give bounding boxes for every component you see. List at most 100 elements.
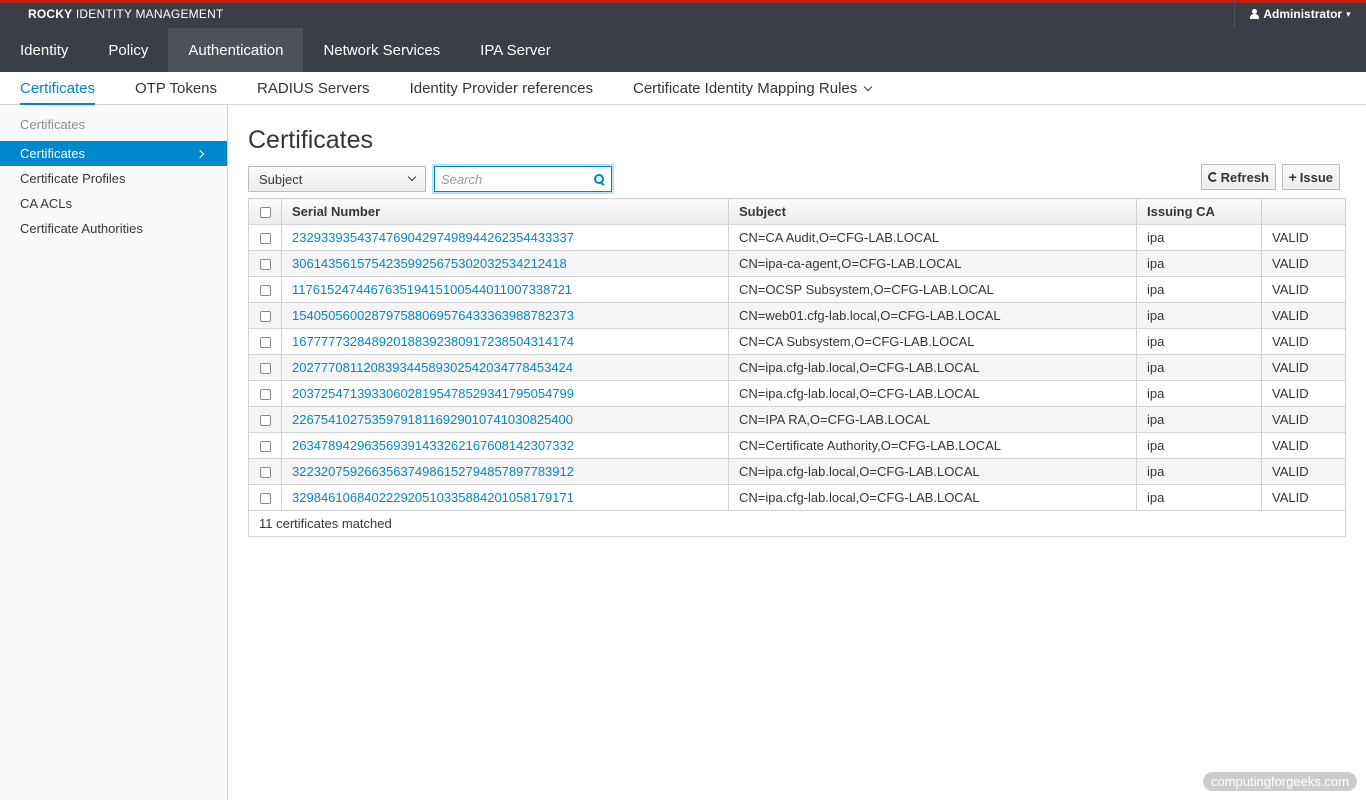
nav-authentication[interactable]: Authentication bbox=[168, 28, 304, 72]
column-header-serial[interactable]: Serial Number bbox=[281, 198, 729, 225]
nav-identity[interactable]: Identity bbox=[0, 28, 88, 72]
table-row: 226754102753597918116929010741030825400 C… bbox=[248, 406, 1346, 433]
table-body: 232933935437476904297498944262354433337 C… bbox=[248, 224, 1346, 511]
subject-cell: CN=OCSP Subsystem,O=CFG-LAB.LOCAL bbox=[728, 276, 1137, 303]
column-header-issuing-ca[interactable]: Issuing CA bbox=[1136, 198, 1262, 225]
brand-logo[interactable]: ROCKY IDENTITY MANAGEMENT bbox=[28, 7, 223, 21]
serial-number-link[interactable]: 30614356157542359925675302032534212418 bbox=[292, 256, 567, 271]
row-select-cell bbox=[248, 276, 282, 303]
tab-certificate-identity-mapping-rules[interactable]: Certificate Identity Mapping Rules bbox=[613, 72, 891, 105]
status-cell: VALID bbox=[1261, 276, 1346, 303]
row-checkbox[interactable] bbox=[259, 311, 271, 323]
row-checkbox[interactable] bbox=[259, 259, 271, 271]
serial-number-link[interactable]: 202777081120839344589302542034778453424 bbox=[292, 360, 573, 375]
row-checkbox[interactable] bbox=[259, 441, 271, 453]
status-cell: VALID bbox=[1261, 250, 1346, 277]
row-select-cell bbox=[248, 458, 282, 485]
nav-network-services[interactable]: Network Services bbox=[303, 28, 460, 72]
serial-number-link[interactable]: 154050560028797588069576433363988782373 bbox=[292, 308, 574, 323]
row-checkbox[interactable] bbox=[259, 389, 271, 401]
issuing-ca-cell: ipa bbox=[1136, 224, 1262, 251]
tab-radius-servers[interactable]: RADIUS Servers bbox=[237, 72, 390, 105]
serial-number-link[interactable]: 263478942963569391433262167608142307332 bbox=[292, 438, 574, 453]
top-header: ROCKY IDENTITY MANAGEMENT Administrator … bbox=[0, 0, 1366, 28]
row-checkbox[interactable] bbox=[259, 415, 271, 427]
serial-number-link[interactable]: 226754102753597918116929010741030825400 bbox=[292, 412, 573, 427]
nav-policy[interactable]: Policy bbox=[88, 28, 168, 72]
search-input[interactable] bbox=[435, 167, 585, 191]
match-count: 11 certificates matched bbox=[248, 510, 1346, 537]
tab-certificates[interactable]: Certificates bbox=[0, 72, 115, 105]
main-content: Certificates Subject Refresh + Issue bbox=[248, 105, 1346, 193]
serial-number-link[interactable]: 322320759266356374986152794857897783912 bbox=[292, 464, 574, 479]
status-cell: VALID bbox=[1261, 224, 1346, 251]
serial-number-link[interactable]: 167777732848920188392380917238504314174 bbox=[292, 334, 574, 349]
toolbar: Subject Refresh + Issue bbox=[248, 164, 1346, 193]
row-checkbox[interactable] bbox=[259, 467, 271, 479]
table-header-row: Serial Number Subject Issuing CA bbox=[248, 198, 1346, 225]
issue-label: Issue bbox=[1299, 169, 1333, 185]
filter-select[interactable]: Subject bbox=[248, 166, 426, 192]
issuing-ca-cell: ipa bbox=[1136, 276, 1262, 303]
brand-strong: ROCKY bbox=[28, 7, 73, 21]
tab-identity-provider-references[interactable]: Identity Provider references bbox=[390, 72, 613, 105]
user-icon bbox=[1250, 9, 1260, 19]
serial-number-link[interactable]: 232933935437476904297498944262354433337 bbox=[292, 230, 574, 245]
sub-navigation: Certificates OTP Tokens RADIUS Servers I… bbox=[0, 72, 1366, 105]
search-button[interactable] bbox=[593, 173, 605, 185]
row-checkbox[interactable] bbox=[259, 285, 271, 297]
status-cell: VALID bbox=[1261, 380, 1346, 407]
issuing-ca-cell: ipa bbox=[1136, 406, 1262, 433]
table-row: 202777081120839344589302542034778453424 C… bbox=[248, 354, 1346, 381]
column-header-subject[interactable]: Subject bbox=[728, 198, 1137, 225]
nav-ipa-server[interactable]: IPA Server bbox=[460, 28, 571, 72]
serial-number-link[interactable]: 117615247446763519415100544011007338721 bbox=[292, 282, 572, 297]
table-row: 263478942963569391433262167608142307332 C… bbox=[248, 432, 1346, 459]
row-checkbox[interactable] bbox=[259, 233, 271, 245]
subject-cell: CN=IPA RA,O=CFG-LAB.LOCAL bbox=[728, 406, 1137, 433]
row-select-cell bbox=[248, 250, 282, 277]
serial-cell: 263478942963569391433262167608142307332 bbox=[281, 432, 729, 459]
tab-otp-tokens[interactable]: OTP Tokens bbox=[115, 72, 237, 105]
row-select-cell bbox=[248, 354, 282, 381]
refresh-icon bbox=[1207, 172, 1218, 182]
sidebar-item-label: Certificates bbox=[20, 146, 86, 161]
serial-cell: 117615247446763519415100544011007338721 bbox=[281, 276, 729, 303]
status-cell: VALID bbox=[1261, 354, 1346, 381]
table-row: 167777732848920188392380917238504314174 C… bbox=[248, 328, 1346, 355]
subject-cell: CN=Certificate Authority,O=CFG-LAB.LOCAL bbox=[728, 432, 1137, 459]
sidebar-item-certificates[interactable]: Certificates bbox=[0, 141, 227, 166]
filter-select-value: Subject bbox=[259, 171, 303, 187]
issue-button[interactable]: + Issue bbox=[1281, 164, 1340, 190]
page-title: Certificates bbox=[248, 126, 374, 154]
row-checkbox[interactable] bbox=[259, 363, 271, 375]
user-menu-button[interactable]: Administrator ▾ bbox=[1234, 0, 1366, 28]
select-all-checkbox[interactable] bbox=[259, 207, 271, 219]
subject-cell: CN=CA Subsystem,O=CFG-LAB.LOCAL bbox=[728, 328, 1137, 355]
serial-cell: 226754102753597918116929010741030825400 bbox=[281, 406, 729, 433]
tab-label: Certificate Identity Mapping Rules bbox=[632, 80, 858, 97]
serial-number-link[interactable]: 203725471393306028195478529341795054799 bbox=[292, 386, 574, 401]
sidebar-item-ca-acls[interactable]: CA ACLs bbox=[0, 191, 227, 216]
sidebar-item-certificate-authorities[interactable]: Certificate Authorities bbox=[0, 216, 227, 241]
table-footer-row: 11 certificates matched bbox=[248, 510, 1346, 537]
subject-cell: CN=ipa-ca-agent,O=CFG-LAB.LOCAL bbox=[728, 250, 1137, 277]
status-cell: VALID bbox=[1261, 302, 1346, 329]
serial-number-link[interactable]: 329846106840222920510335884201058179171 bbox=[292, 490, 574, 505]
subject-cell: CN=ipa.cfg-lab.local,O=CFG-LAB.LOCAL bbox=[728, 484, 1137, 511]
table-row: 322320759266356374986152794857897783912 C… bbox=[248, 458, 1346, 485]
chevron-down-icon bbox=[864, 82, 873, 91]
row-checkbox[interactable] bbox=[259, 493, 271, 505]
refresh-button[interactable]: Refresh bbox=[1200, 164, 1276, 190]
certificates-table: Serial Number Subject Issuing CA 2329339… bbox=[248, 198, 1346, 537]
watermark: computingforgeeks.com bbox=[1202, 772, 1357, 791]
table-row: 117615247446763519415100544011007338721 C… bbox=[248, 276, 1346, 303]
issuing-ca-cell: ipa bbox=[1136, 458, 1262, 485]
sidebar-item-certificate-profiles[interactable]: Certificate Profiles bbox=[0, 166, 227, 191]
main-navigation: Identity Policy Authentication Network S… bbox=[0, 28, 1366, 72]
row-checkbox[interactable] bbox=[259, 337, 271, 349]
caret-down-icon: ▾ bbox=[1346, 8, 1351, 19]
status-cell: VALID bbox=[1261, 328, 1346, 355]
row-select-cell bbox=[248, 328, 282, 355]
row-select-cell bbox=[248, 484, 282, 511]
